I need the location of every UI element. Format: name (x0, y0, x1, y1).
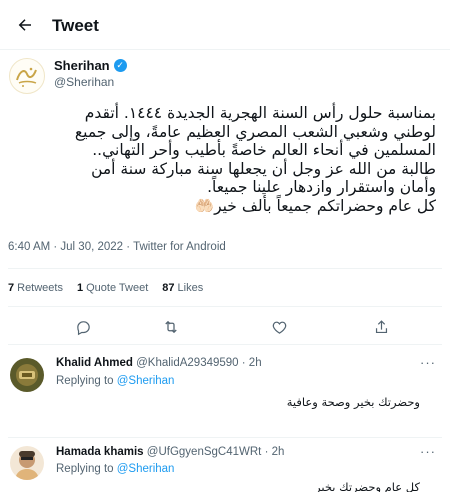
sherihan-logo-icon (16, 67, 37, 87)
reply-avatar-image (10, 358, 44, 392)
author-name[interactable]: Sherihan ✓ (54, 58, 127, 73)
verified-badge-icon: ✓ (113, 59, 127, 72)
like-icon (272, 321, 286, 334)
like-button[interactable] (268, 316, 290, 338)
tweet-line: وأمان واستقرار وازدهار علينا جميعاً. (207, 178, 436, 197)
reply-header: Khalid Ahmed @KhalidA29349590 · 2h (56, 357, 262, 369)
tweet-text: بمناسبة حلول رأس السنة الهجرية الجديدة ١… (8, 104, 436, 216)
tweet-line: طالبة من الله عز وجل أن يجعلها سنة مبارك… (91, 159, 436, 178)
share-button[interactable] (370, 316, 392, 338)
divider (8, 344, 442, 345)
retweets-label: Retweets (17, 282, 63, 294)
tweet-line: بمناسبة حلول رأس السنة الهجرية الجديدة ١… (84, 104, 436, 122)
likes-count: 87 (162, 282, 175, 294)
avatar[interactable] (9, 58, 45, 94)
reply-icon (76, 320, 90, 335)
back-button[interactable] (14, 14, 36, 36)
replying-to: Replying to @Sherihan (56, 375, 174, 387)
arrow-left-icon (18, 19, 31, 31)
top-bar: Tweet (0, 0, 450, 50)
replying-mention[interactable]: @Sherihan (117, 375, 175, 387)
share-icon (375, 319, 387, 333)
replying-prefix: Replying to (56, 463, 114, 475)
retweets-stat[interactable]: 7 Retweets (8, 282, 63, 294)
tweet-line: كل عام وحضراتكم جميعاً بألف خير🤲🏻 (194, 196, 436, 215)
more-options-icon[interactable]: ··· (420, 444, 436, 459)
avatar[interactable] (10, 358, 44, 392)
likes-stat[interactable]: 87 Likes (162, 282, 203, 294)
retweets-count: 7 (8, 282, 15, 294)
reply-author-handle[interactable]: @UfGgyenSgC41WRt (147, 446, 262, 458)
divider (8, 306, 442, 307)
reply-time[interactable]: · 2h (242, 357, 262, 369)
tweet-timestamp[interactable]: 6:40 AM · Jul 30, 2022 · Twitter for And… (8, 241, 226, 253)
reply-author-name[interactable]: Khalid Ahmed (56, 357, 133, 369)
retweet-button[interactable] (160, 316, 182, 338)
quotes-stat[interactable]: 1 Quote Tweet (77, 282, 148, 294)
reply-author-handle[interactable]: @KhalidA29349590 (136, 357, 238, 369)
reply-avatar-image (10, 446, 44, 480)
tweet-line: لوطني وشعبي الشعب المصري العظيم عامةً، و… (74, 122, 436, 141)
tweet-actions (0, 316, 450, 338)
tweet-line: المسلمين في أنحاء العالم خاصةً بأطيب وأح… (92, 141, 436, 160)
likes-label: Likes (177, 282, 204, 294)
replying-mention[interactable]: @Sherihan (117, 463, 175, 475)
reply-button[interactable] (72, 316, 94, 338)
tweet-stats: 7 Retweets 1 Quote Tweet 87 Likes (8, 282, 203, 294)
author-handle[interactable]: @Sherihan (54, 75, 114, 89)
divider (8, 268, 442, 269)
reply-header: Hamada khamis @UfGgyenSgC41WRt · 2h (56, 446, 284, 458)
page-title: Tweet (52, 16, 99, 35)
replying-to: Replying to @Sherihan (56, 463, 174, 475)
quotes-count: 1 (76, 282, 84, 294)
quotes-label: Quote Tweet (86, 282, 149, 294)
reply-time[interactable]: · 2h (265, 446, 285, 458)
reply-text: كل عام وحضرتك بخير (315, 480, 420, 492)
replying-prefix: Replying to (56, 375, 114, 387)
divider (8, 437, 442, 438)
retweet-icon (165, 320, 177, 334)
author-name-text: Sherihan (54, 58, 110, 73)
reply-text: وحضرتك بخير وصحة وعافية (286, 395, 420, 409)
reply-author-name[interactable]: Hamada khamis (56, 446, 144, 458)
avatar[interactable] (10, 446, 44, 480)
more-options-icon[interactable]: ··· (420, 355, 436, 370)
